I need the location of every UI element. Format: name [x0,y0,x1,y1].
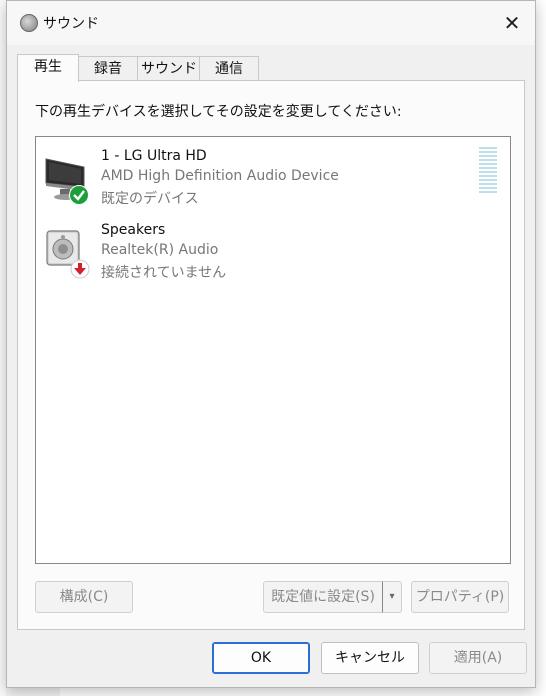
check-badge-icon [69,185,89,205]
tab-recording[interactable]: 録音 [77,56,139,81]
device-name: Speakers [101,222,166,238]
device-item-lg-ultra-hd[interactable]: 1 - LG Ultra HD AMD High Definition Audi… [36,137,510,207]
set-default-button[interactable]: 既定値に設定(S) [263,581,383,613]
device-description: AMD High Definition Audio Device [101,168,339,184]
playback-panel: 下の再生デバイスを選択してその設定を変更してください: 1 - LG Ultra… [17,80,525,630]
tab-playback[interactable]: 再生 [17,54,79,82]
panel-description: 下の再生デバイスを選択してその設定を変更してください: [35,104,402,120]
set-default-dropdown-arrow[interactable]: ▾ [382,581,402,613]
ok-button[interactable]: OK [212,642,310,674]
device-description: Realtek(R) Audio [101,242,219,258]
close-button[interactable]: ✕ [495,7,529,39]
speaker-app-icon [20,14,38,32]
device-status: 接続されていません [101,265,227,281]
disconnected-badge-icon [70,259,90,279]
window-title: サウンド [43,16,99,32]
properties-button[interactable]: プロパティ(P) [411,581,509,613]
tab-sounds[interactable]: サウンド [137,56,201,81]
device-item-speakers[interactable]: Speakers Realtek(R) Audio 接続されていません [36,211,510,281]
device-name: 1 - LG Ultra HD [101,148,207,164]
configure-button[interactable]: 構成(C) [35,581,133,613]
device-status: 既定のデバイス [101,191,199,207]
tab-communications[interactable]: 通信 [199,56,259,81]
volume-level-meter [479,147,497,195]
cancel-button[interactable]: キャンセル [321,642,419,674]
title-bar[interactable]: サウンド ✕ [7,1,535,45]
device-list[interactable]: 1 - LG Ultra HD AMD High Definition Audi… [35,136,511,564]
sound-dialog: サウンド ✕ 再生 録音 サウンド 通信 下の再生デバイスを選択してその設定を変… [6,0,536,688]
apply-button[interactable]: 適用(A) [429,642,527,674]
